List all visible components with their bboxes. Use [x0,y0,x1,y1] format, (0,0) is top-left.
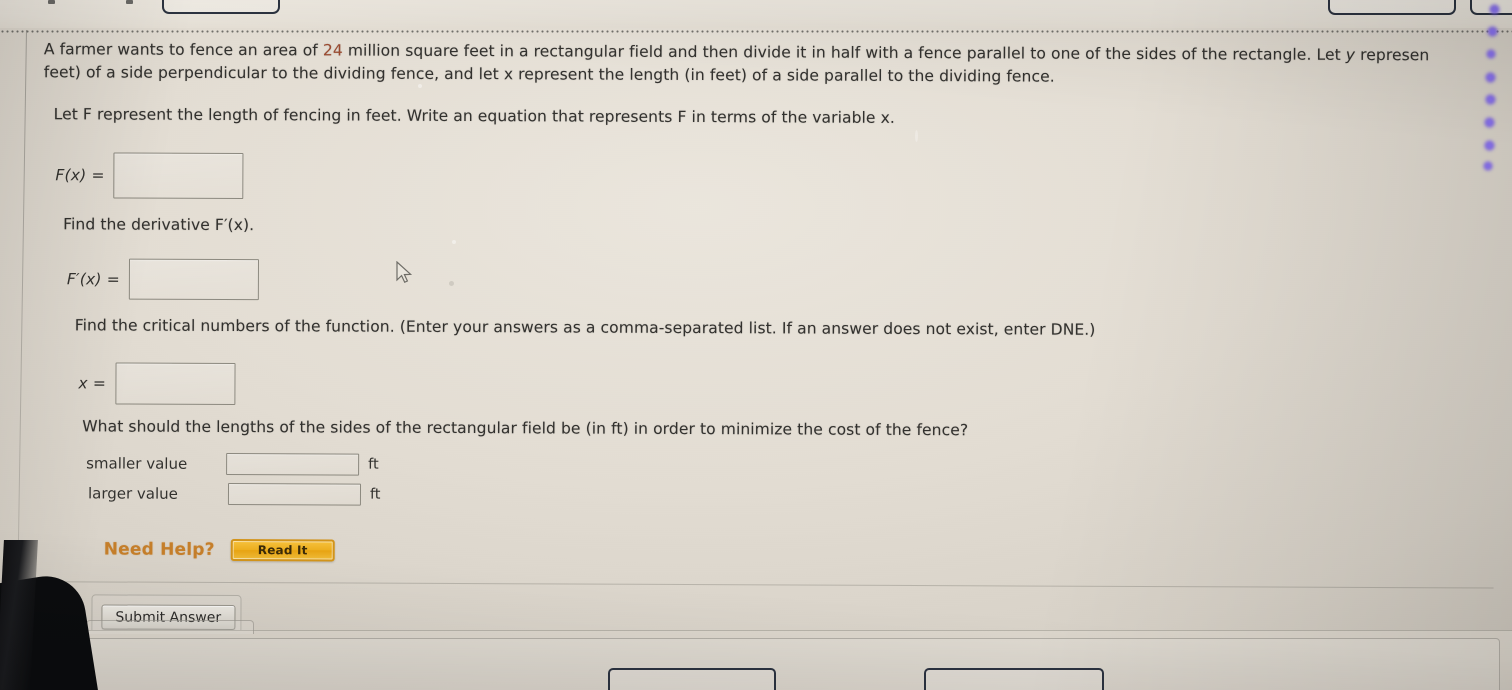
part-a-answer-row: F(x) = [55,152,244,200]
part-a-input[interactable] [113,152,244,200]
need-help-label: Need Help? [103,539,215,560]
led-reflection-dot [1484,140,1495,151]
problem-statement-line-2: feet) of a side perpendicular to the div… [44,62,1055,87]
statement-text-b: million square feet in a rectangular fie… [342,41,1346,64]
part-c-prompt: Find the critical numbers of the functio… [75,315,1096,340]
statement-area-value: 24 [322,41,343,60]
submit-section-divider [23,581,1494,589]
bottom-action-button-1[interactable] [608,668,776,690]
part-b-label: F′(x) = [66,269,120,289]
larger-value-unit: ft [369,486,381,503]
smaller-value-input[interactable] [226,452,360,476]
larger-value-label: larger value [87,484,178,503]
statement-text-a: A farmer wants to fence an area of [43,40,323,60]
read-it-button[interactable]: Read It [230,539,335,562]
bottom-action-button-2[interactable] [924,668,1104,690]
part-b-input[interactable] [128,258,260,301]
need-help-section: Need Help? Read It [103,538,335,562]
content-top-divider [0,30,1512,33]
larger-value-row: larger value ft [87,482,381,506]
statement-variable-y: y [1345,45,1356,64]
smaller-value-label: smaller value [86,454,188,473]
led-reflection-dot [1483,161,1493,171]
part-c-prompt-text: Find the critical numbers of the functio… [74,316,1096,339]
dust-speck [452,240,456,244]
part-b-prompt: Find the derivative F′(x). [63,214,254,236]
screen-photo: A farmer wants to fence an area of 24 mi… [0,0,1512,690]
part-a-prompt: Let F represent the length of fencing in… [54,104,895,129]
browser-chrome-element-1[interactable] [162,0,280,14]
dust-speck [449,281,454,286]
part-a-prompt-text: Let F represent the length of fencing in… [53,105,895,127]
smaller-value-unit: ft [368,456,379,473]
mouse-cursor [396,261,413,283]
browser-chrome-element-3[interactable] [1470,0,1512,15]
led-reflection-dot [1485,72,1496,83]
part-c-answer-row: x = [78,362,236,406]
larger-value-input[interactable] [227,482,362,506]
part-b-prompt-text: Find the derivative F′(x). [63,215,255,235]
led-reflection-dot [1486,49,1496,59]
dust-speck [915,130,918,142]
part-a-label: F(x) = [55,166,105,185]
led-reflection-dot [1484,117,1495,128]
part-c-input[interactable] [115,362,236,406]
bottom-left-card [86,620,254,634]
chrome-marker-2 [126,0,133,4]
part-c-label: x = [78,374,107,393]
part-b-answer-row: F′(x) = [66,258,260,301]
statement-text-c: represen [1355,45,1430,65]
browser-chrome-element-2[interactable] [1328,0,1456,15]
smaller-value-row: smaller value ft [86,452,379,476]
statement-line-2-text: feet) of a side perpendicular to the div… [43,63,1055,86]
chrome-marker-1 [48,0,55,4]
led-reflection-dot [1485,94,1496,105]
part-d-prompt: What should the lengths of the sides of … [82,416,968,441]
part-d-prompt-text: What should the lengths of the sides of … [82,417,969,440]
